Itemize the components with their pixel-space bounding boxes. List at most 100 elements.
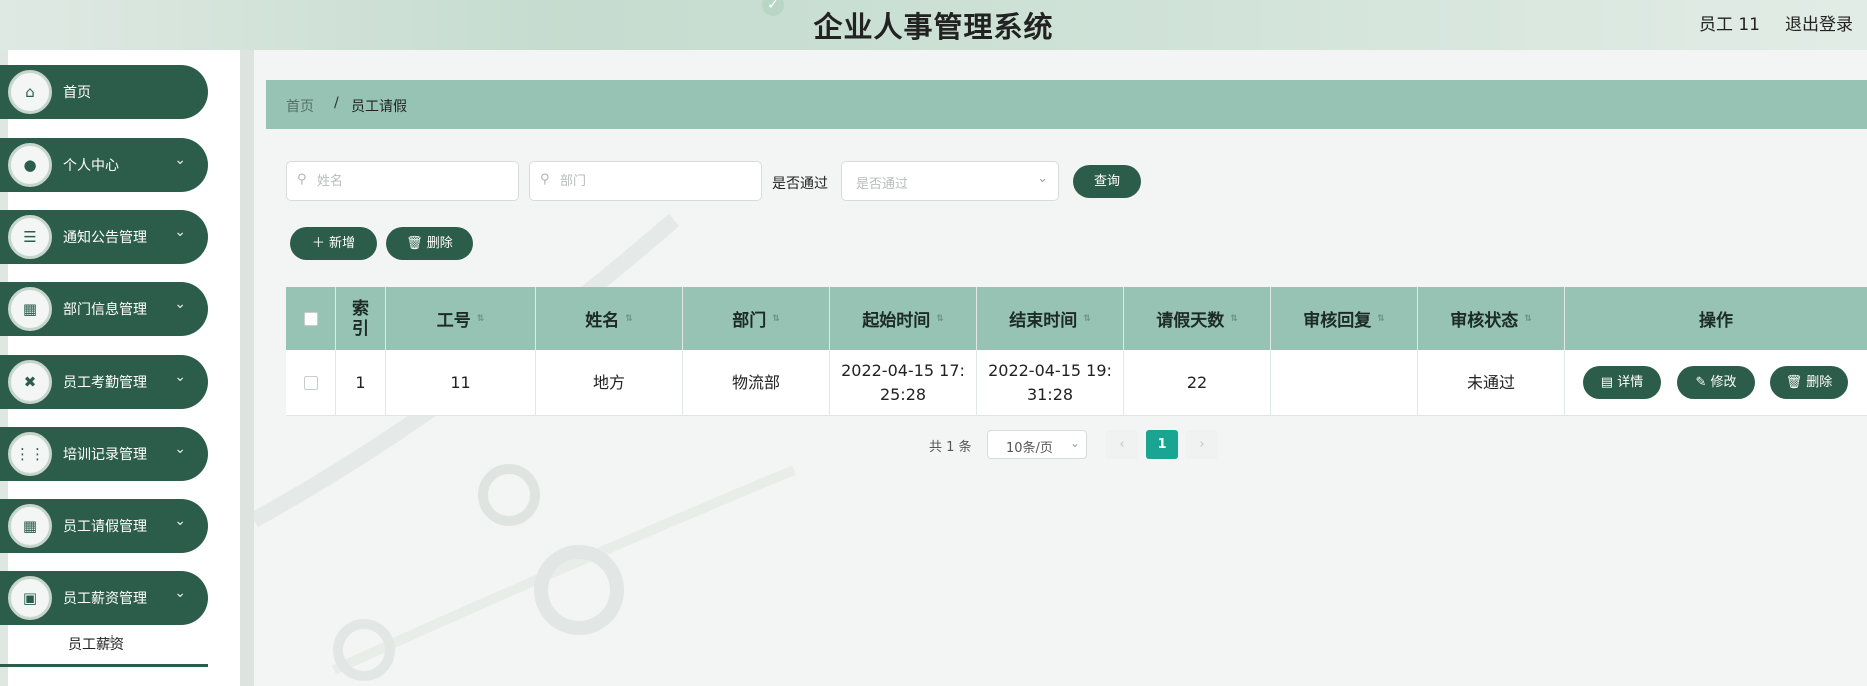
next-page-button[interactable]: › — [1186, 430, 1218, 459]
page-size-value: 10条/页 — [1006, 441, 1053, 456]
col-header-label: 审核状态 — [1450, 311, 1519, 331]
col-header-reply[interactable]: 审核回复 ⇅ — [1271, 287, 1418, 350]
current-user: 员工 11 — [1698, 15, 1760, 35]
breadcrumb-separator: / — [334, 95, 339, 111]
approved-select[interactable]: 是否通过 ⌄ — [841, 161, 1059, 201]
mouse-cursor-icon: ☝ — [104, 632, 115, 653]
grid-icon: ▦ — [8, 504, 52, 548]
search-icon: ⚲ — [540, 172, 550, 187]
col-header-actions: 操作 — [1565, 287, 1867, 350]
chevron-down-icon: ⌄ — [174, 296, 186, 312]
cell-days: 22 — [1124, 350, 1271, 416]
chevron-down-icon: ⌄ — [1069, 436, 1080, 450]
detail-button[interactable]: ▤ 详情 — [1583, 366, 1661, 399]
cell-start-line1: 2022-04-15 17: — [841, 361, 965, 380]
home-icon: ⌂ — [8, 70, 52, 114]
cell-reply — [1271, 350, 1418, 416]
select-all-cell — [286, 287, 336, 350]
sort-icon: ⇅ — [476, 313, 485, 324]
sidebar-item-personal-center[interactable]: ● 个人中心 ⌄ — [0, 138, 208, 192]
col-header-label: 索引 — [352, 298, 369, 339]
prev-page-button[interactable]: ‹ — [1106, 430, 1138, 459]
col-header-end[interactable]: 结束时间 ⇅ — [977, 287, 1124, 350]
chevron-down-icon: ⌄ — [174, 152, 186, 168]
sidebar-item-label: 部门信息管理 — [63, 302, 147, 318]
sort-icon: ⇅ — [1524, 313, 1532, 324]
sort-icon: ⇅ — [1083, 313, 1091, 324]
sidebar-item-label: 培训记录管理 — [63, 447, 147, 463]
sidebar-item-label: 员工请假管理 — [63, 519, 147, 535]
sidebar-item-leave[interactable]: ▦ 员工请假管理 ⌄ — [0, 499, 208, 553]
approved-select-placeholder: 是否通过 — [856, 177, 909, 192]
delete-button[interactable]: 🗑 删除 — [386, 227, 473, 260]
page-number-current[interactable]: 1 — [1146, 430, 1178, 459]
row-select-cell — [286, 350, 336, 416]
cell-dept: 物流部 — [683, 350, 830, 416]
col-header-dept[interactable]: 部门 ⇅ — [683, 287, 830, 350]
col-header-emp-no[interactable]: 工号 ⇅ — [386, 287, 536, 350]
query-button[interactable]: 查询 — [1073, 165, 1141, 198]
sidebar-item-notice[interactable]: ☰ 通知公告管理 ⌄ — [0, 210, 208, 264]
grid-icon: ▦ — [8, 287, 52, 331]
col-header-label: 姓名 — [585, 311, 620, 331]
add-button[interactable]: ＋ 新增 — [290, 227, 377, 260]
row-checkbox[interactable] — [303, 376, 318, 390]
sort-icon: ⇅ — [1230, 313, 1238, 324]
cell-emp-no: 11 — [386, 350, 536, 416]
sidebar-item-label: 通知公告管理 — [63, 230, 147, 246]
col-header-index: 索引 — [336, 287, 386, 350]
sort-icon: ⇅ — [625, 313, 633, 324]
edit-button[interactable]: ✎ 修改 — [1677, 366, 1755, 399]
sidebar-divider — [240, 50, 254, 686]
col-header-name[interactable]: 姓名 ⇅ — [536, 287, 683, 350]
col-header-label: 操作 — [1699, 311, 1733, 331]
col-header-start[interactable]: 起始时间 ⇅ — [830, 287, 977, 350]
sidebar: ⌂ 首页 ● 个人中心 ⌄ ☰ 通知公告管理 ⌄ ▦ 部门信息管理 ⌄ ✖ 员工… — [0, 50, 240, 686]
breadcrumb-current: 员工请假 — [351, 99, 407, 115]
dept-search-field[interactable]: ⚲ — [529, 161, 762, 201]
chevron-down-icon: ⌄ — [1037, 171, 1048, 186]
sidebar-item-department[interactable]: ▦ 部门信息管理 ⌄ — [0, 282, 208, 336]
list-icon: ☰ — [8, 215, 52, 259]
sidebar-item-label: 个人中心 — [63, 158, 119, 174]
sidebar-item-training[interactable]: ⋮⋮ 培训记录管理 ⌄ — [0, 427, 208, 481]
col-header-label: 起始时间 — [862, 311, 931, 331]
table-row: 1 11 地方 物流部 2022-04-15 17: 25:28 2022-04… — [286, 350, 1867, 416]
col-header-days[interactable]: 请假天数 ⇅ — [1124, 287, 1271, 350]
select-all-checkbox[interactable] — [303, 311, 318, 326]
sidebar-item-salary[interactable]: ▣ 员工薪资管理 ⌄ — [0, 571, 208, 625]
col-header-status[interactable]: 审核状态 ⇅ — [1418, 287, 1565, 350]
chevron-down-icon: ⌄ — [174, 369, 186, 385]
cell-name: 地方 — [536, 350, 683, 416]
cell-start-line2: 25:28 — [879, 385, 927, 404]
row-delete-button[interactable]: 🗑 删除 — [1770, 366, 1848, 399]
chevron-down-icon: ⌄ — [174, 441, 186, 457]
page-size-select[interactable]: 10条/页 ⌄ — [987, 430, 1087, 459]
col-header-label: 请假天数 — [1156, 311, 1225, 331]
sidebar-item-home[interactable]: ⌂ 首页 — [0, 65, 208, 119]
video-icon: ✖ — [8, 360, 52, 404]
name-search-input[interactable] — [317, 171, 497, 191]
cell-start: 2022-04-15 17: 25:28 — [830, 350, 977, 416]
name-search-field[interactable]: ⚲ — [286, 161, 519, 201]
chevron-up-icon: ⌄ — [174, 585, 186, 601]
sidebar-item-label: 首页 — [63, 85, 91, 101]
sidebar-item-label: 员工考勤管理 — [63, 375, 147, 391]
cell-index: 1 — [336, 350, 386, 416]
app-title: 企业人事管理系统 — [813, 10, 1054, 44]
cell-end-line2: 31:28 — [1026, 385, 1074, 404]
col-header-label: 结束时间 — [1009, 311, 1078, 331]
breadcrumb-home[interactable]: 首页 — [286, 96, 314, 116]
sort-icon: ⇅ — [1377, 313, 1385, 324]
submenu-divider — [0, 664, 208, 667]
search-icon: ⚲ — [297, 172, 307, 187]
sort-icon: ⇅ — [772, 313, 780, 324]
cell-end: 2022-04-15 19: 31:28 — [977, 350, 1124, 416]
chevron-down-icon: ⌄ — [174, 513, 186, 529]
cell-end-line1: 2022-04-15 19: — [988, 361, 1112, 380]
sidebar-item-label: 员工薪资管理 — [63, 591, 147, 607]
dept-search-input[interactable] — [560, 171, 740, 191]
sidebar-item-attendance[interactable]: ✖ 员工考勤管理 ⌄ — [0, 355, 208, 409]
logout-link[interactable]: 退出登录 — [1785, 10, 1853, 35]
cell-actions: ▤ 详情 ✎ 修改 🗑 删除 — [1565, 350, 1867, 416]
